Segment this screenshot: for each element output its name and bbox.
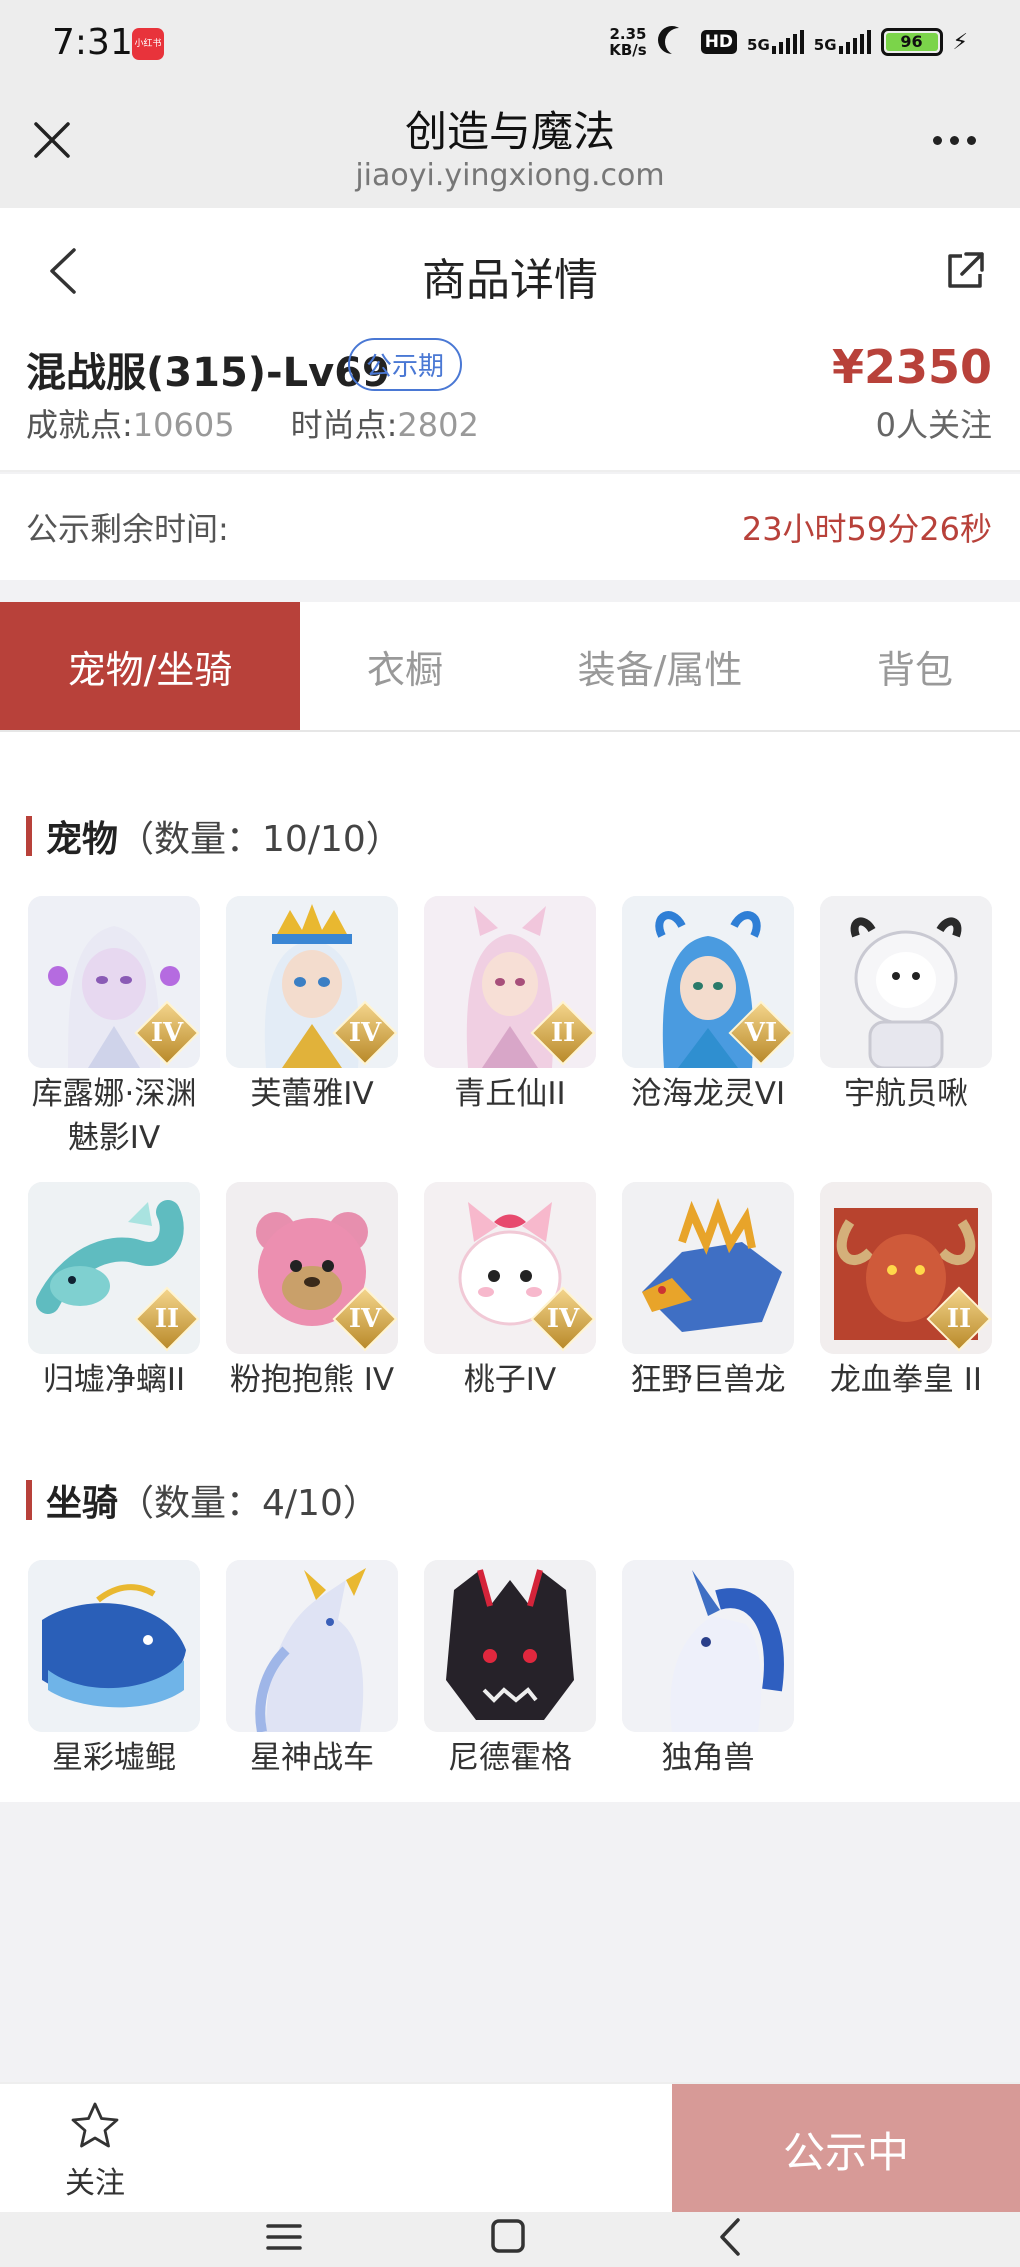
pet-item[interactable]: IV 库露娜·深渊魅影IV — [28, 896, 200, 1160]
pet-name: 青丘仙II — [454, 1076, 566, 1112]
follow-button[interactable]: 关注 — [40, 2100, 150, 2202]
pet-name: 库露娜·深渊魅影IV — [31, 1076, 197, 1156]
pet-item[interactable]: II 归墟净螭II — [28, 1182, 200, 1402]
pet-name: 粉抱抱熊 IV — [229, 1362, 395, 1398]
achievement-label: 成就点: — [26, 406, 133, 444]
pets-section-title: 宠物 （数量：10/10） — [26, 810, 402, 862]
browser-url: jiaoyi.yingxiong.com — [355, 158, 665, 193]
tab-backpack[interactable]: 背包 — [810, 602, 1020, 730]
status-indicators: 2.35 KB/s HD 5G 5G 96 ⚡ — [609, 26, 968, 58]
page-header: 商品详情 — [0, 208, 1020, 328]
back-nav-icon[interactable] — [710, 2212, 750, 2262]
pet-qingqiu-icon: II — [424, 896, 596, 1068]
pet-item[interactable]: VI 沧海龙灵VI — [622, 896, 794, 1116]
pet-dragonblood-icon: II — [820, 1182, 992, 1354]
home-icon[interactable] — [488, 2212, 528, 2262]
product-name: 混战服(315)-Lv69 — [26, 350, 390, 396]
pet-bear-icon: IV — [226, 1182, 398, 1354]
status-bar: 7:31 小红书 2.35 KB/s HD 5G 5G 96 ⚡ — [0, 0, 1020, 88]
mount-item[interactable]: 尼德霍格 — [424, 1560, 596, 1780]
follower-count: 0人关注 — [875, 406, 992, 444]
pet-taozi-icon: IV — [424, 1182, 596, 1354]
mount-whale-icon — [28, 1560, 200, 1732]
pet-freya-icon: IV — [226, 896, 398, 1068]
status-time: 7:31 — [52, 22, 133, 63]
mount-unicorn-icon — [622, 1560, 794, 1732]
countdown-row: 公示剩余时间: 23小时59分26秒 — [0, 474, 1020, 580]
menu-icon[interactable] — [264, 2212, 304, 2262]
status-badge: 公示期 — [348, 338, 463, 391]
mount-chariot-icon — [226, 1560, 398, 1732]
do-not-disturb-icon — [665, 28, 693, 56]
pet-kuluna-icon: IV — [28, 896, 200, 1068]
system-nav-bar — [0, 2212, 1020, 2267]
achievement-value: 10605 — [132, 406, 235, 444]
more-icon[interactable] — [933, 136, 976, 145]
star-icon — [71, 2102, 119, 2148]
mount-item[interactable]: 星彩墟鲲 — [28, 1560, 200, 1780]
page-title: 商品详情 — [422, 255, 598, 306]
pet-name: 芙蕾雅IV — [250, 1076, 374, 1112]
pet-name: 归墟净螭II — [42, 1362, 186, 1398]
mounts-section-title: 坐骑 （数量：4/10） — [26, 1474, 379, 1526]
pet-item[interactable]: II 龙血拳皇 II — [820, 1182, 992, 1402]
tab-wardrobe[interactable]: 衣橱 — [300, 602, 510, 730]
battery-icon: 96 — [880, 28, 943, 56]
pet-astronaut-icon — [820, 896, 992, 1068]
fashion-label: 时尚点: — [290, 406, 398, 444]
pet-item[interactable]: 狂野巨兽龙 — [622, 1182, 794, 1402]
browser-title: 创造与魔法 — [404, 107, 615, 156]
mount-name: 尼德霍格 — [448, 1740, 572, 1776]
tab-bar: 宠物/坐骑 衣橱 装备/属性 背包 — [0, 602, 1020, 732]
product-stats: 成就点:10605 时尚点:2802 — [26, 400, 479, 446]
follow-label: 关注 — [65, 2166, 125, 2201]
mount-item[interactable]: 星神战车 — [226, 1560, 398, 1780]
signal-icon: 5G — [814, 30, 871, 54]
status-button[interactable]: 公示中 — [672, 2084, 1020, 2214]
pet-name: 龙血拳皇 II — [829, 1362, 983, 1398]
pet-name: 狂野巨兽龙 — [630, 1362, 786, 1398]
tab-equipment[interactable]: 装备/属性 — [510, 602, 810, 730]
pet-item[interactable]: IV 芙蕾雅IV — [226, 896, 398, 1116]
charging-icon: ⚡ — [952, 29, 968, 55]
countdown-label: 公示剩余时间: — [26, 510, 229, 548]
mount-name: 星神战车 — [250, 1740, 374, 1776]
pets-mounts-panel: 宠物 （数量：10/10） IV 库露娜·深渊魅影IV IV 芙蕾雅IV II 青… — [0, 732, 1020, 1802]
mount-name: 独角兽 — [661, 1740, 755, 1776]
mount-nidhogg-icon — [424, 1560, 596, 1732]
signal-icon: 5G — [747, 30, 804, 54]
pet-item[interactable]: IV 桃子IV — [424, 1182, 596, 1402]
pet-name: 宇航员啾 — [844, 1076, 968, 1112]
product-price: ¥2350 — [831, 340, 992, 394]
countdown-value: 23小时59分26秒 — [741, 510, 992, 548]
pet-item[interactable]: II 青丘仙II — [424, 896, 596, 1116]
browser-bar: 创造与魔法 jiaoyi.yingxiong.com — [0, 88, 1020, 208]
fashion-value: 2802 — [397, 406, 479, 444]
hd-icon: HD — [700, 30, 738, 54]
pet-name: 桃子IV — [463, 1362, 557, 1398]
bottom-action-bar: 关注 公示中 — [0, 2082, 1020, 2214]
pet-name: 沧海龙灵VI — [630, 1076, 786, 1112]
mount-item[interactable]: 独角兽 — [622, 1560, 794, 1780]
net-speed: 2.35 KB/s — [609, 25, 647, 59]
notification-app-icon: 小红书 — [132, 28, 164, 60]
pet-guixu-icon: II — [28, 1182, 200, 1354]
tab-pets-mounts[interactable]: 宠物/坐骑 — [0, 602, 300, 730]
mount-name: 星彩墟鲲 — [52, 1740, 176, 1776]
pet-item[interactable]: 宇航员啾 — [820, 896, 992, 1116]
pet-wild-dragon-icon — [622, 1182, 794, 1354]
pet-canghai-icon: VI — [622, 896, 794, 1068]
product-info: 混战服(315)-Lv69 公示期 ¥2350 成就点:10605 时尚点:280… — [0, 328, 1020, 472]
share-icon[interactable] — [944, 250, 986, 292]
pet-item[interactable]: IV 粉抱抱熊 IV — [226, 1182, 398, 1402]
